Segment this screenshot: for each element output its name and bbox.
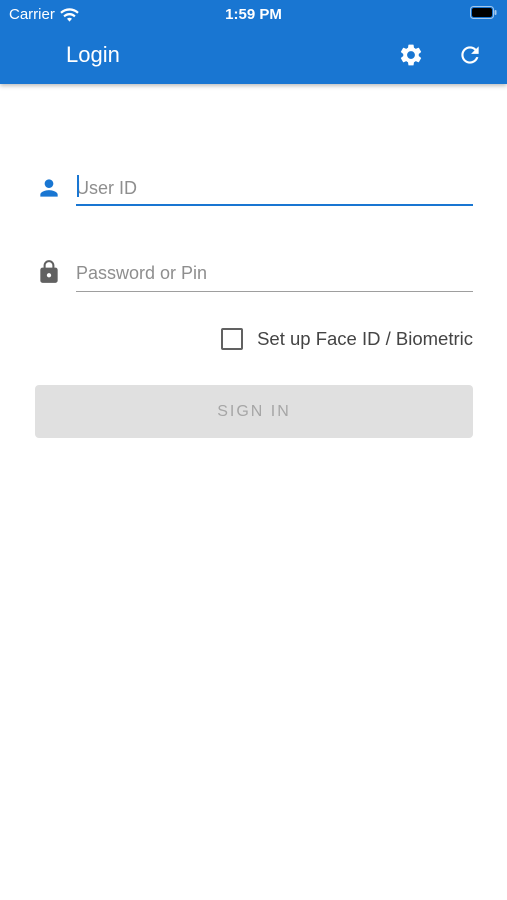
- biometric-option[interactable]: Set up Face ID / Biometric: [221, 326, 473, 352]
- login-screen: Carrier 1:59 PM Login User ID Set up Fac…: [0, 0, 507, 900]
- lock-icon: [36, 259, 62, 285]
- status-time: 1:59 PM: [225, 6, 282, 23]
- password-underline: [76, 291, 473, 292]
- gear-icon: [400, 44, 422, 66]
- page-title: Login: [66, 42, 120, 67]
- sign-in-button[interactable]: SIGN IN: [35, 385, 473, 438]
- settings-button[interactable]: [396, 40, 426, 70]
- status-bar: Carrier 1:59 PM: [0, 0, 507, 28]
- text-cursor: [77, 175, 79, 197]
- battery-icon: [470, 6, 497, 19]
- user-id-row: [36, 166, 473, 216]
- biometric-label: Set up Face ID / Biometric: [257, 328, 473, 349]
- refresh-icon: [461, 46, 479, 64]
- user-id-underline: [76, 204, 473, 206]
- person-icon: [36, 175, 62, 201]
- app-header: Carrier 1:59 PM Login: [0, 0, 507, 84]
- password-input[interactable]: [76, 251, 473, 295]
- password-row: [36, 251, 473, 301]
- biometric-checkbox[interactable]: [221, 328, 244, 350]
- refresh-button[interactable]: [455, 40, 485, 70]
